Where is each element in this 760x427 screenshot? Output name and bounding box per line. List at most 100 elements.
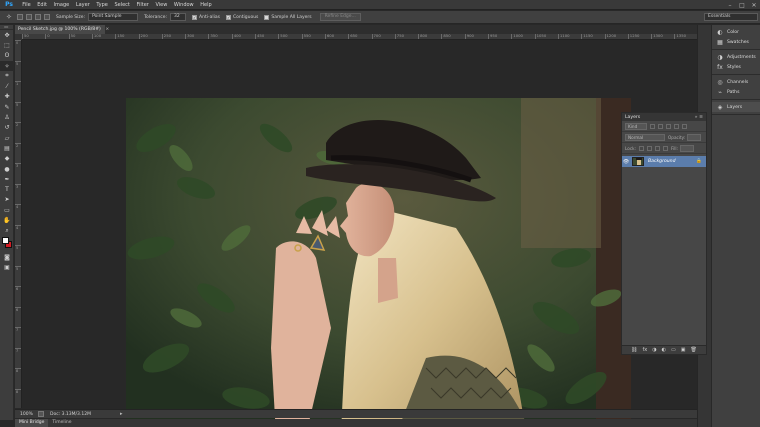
delete-layer-icon[interactable]: 🗑 [690, 347, 696, 353]
eraser-tool-icon[interactable]: ▱ [0, 133, 14, 143]
panel-button-adjustments[interactable]: ◑ Adjustments [712, 52, 760, 62]
menu-type[interactable]: Type [93, 2, 111, 8]
collapse-panel-icon[interactable]: » [695, 115, 698, 120]
layer-filter-kind-select[interactable]: Kind [625, 122, 647, 130]
gradient-tool-icon[interactable]: ▤ [0, 143, 14, 153]
blur-tool-icon[interactable]: ◆ [0, 154, 14, 164]
tab-timeline[interactable]: Timeline [48, 419, 75, 427]
canvas-area[interactable] [22, 41, 697, 427]
screen-mode-icon[interactable]: ▣ [0, 262, 14, 272]
panel-button-styles[interactable]: fx Styles [712, 62, 760, 72]
ruler-tick-label: 700 [371, 34, 381, 39]
lock-image-icon[interactable] [646, 145, 652, 151]
panel-button-label: Channels [727, 79, 749, 85]
pen-tool-icon[interactable]: ✒ [0, 174, 14, 184]
add-selection-icon[interactable] [26, 14, 32, 20]
magic-wand-icon[interactable]: ✧ [6, 13, 14, 21]
document-canvas-photo[interactable] [126, 98, 631, 427]
close-document-icon[interactable]: × [105, 27, 109, 32]
new-group-icon[interactable]: ▭ [671, 347, 676, 353]
status-menu-arrow-icon[interactable]: ▸ [120, 411, 123, 417]
new-layer-icon[interactable]: ▣ [681, 347, 686, 353]
filter-shape-icon[interactable] [674, 123, 679, 129]
menu-layer[interactable]: Layer [73, 2, 94, 8]
menu-help[interactable]: Help [197, 2, 215, 8]
link-layers-icon[interactable]: ⛓ [631, 347, 637, 353]
magic-wand-tool-icon[interactable]: ✧ [0, 60, 14, 72]
eyedropper-tool-icon[interactable]: ⁄ [0, 81, 14, 91]
layers-panel-footer: ⛓ fx ◑ ◐ ▭ ▣ 🗑 [622, 345, 706, 354]
new-adjustment-icon[interactable]: ◐ [662, 347, 666, 353]
opacity-input[interactable] [687, 133, 702, 141]
subtract-selection-icon[interactable] [35, 14, 41, 20]
tolerance-input[interactable]: 32 [170, 13, 187, 21]
panel-button-color[interactable]: ◐ Color [712, 27, 760, 37]
blend-mode-select[interactable]: Normal [625, 133, 665, 141]
ruler-tick-label: 500 [278, 34, 288, 39]
workspace-select[interactable]: Essentials [704, 13, 758, 21]
panel-menu-icon[interactable]: ≡ [699, 115, 703, 120]
zoom-tool-icon[interactable]: ⌕ [0, 226, 14, 236]
status-info-icon[interactable] [38, 411, 44, 417]
maximize-button[interactable]: □ [738, 2, 746, 9]
history-brush-tool-icon[interactable]: ↺ [0, 123, 14, 133]
menu-window[interactable]: Window [171, 2, 197, 8]
menu-edit[interactable]: Edit [34, 2, 50, 8]
filter-type-icon[interactable] [666, 123, 671, 129]
menu-file[interactable]: File [19, 2, 34, 8]
bottom-panel: Mini Bridge Timeline [15, 419, 697, 427]
panel-button-paths[interactable]: ⌁ Paths [712, 87, 760, 97]
tab-mini-bridge[interactable]: Mini Bridge [15, 419, 49, 427]
shape-tool-icon[interactable]: ▭ [0, 205, 14, 215]
contiguous-checkbox[interactable]: ✓ [225, 14, 231, 20]
document-tab[interactable]: Pencil Sketch.jpg @ 100% (RGB/8#) × [15, 25, 109, 34]
filter-adjustment-icon[interactable] [658, 123, 663, 129]
panel-button-channels[interactable]: ◎ Channels [712, 77, 760, 87]
add-style-icon[interactable]: fx [643, 347, 648, 353]
lock-position-icon[interactable] [654, 145, 660, 151]
add-mask-icon[interactable]: ◑ [652, 347, 656, 353]
layer-background-row[interactable]: 👁 Background 🔒 [622, 156, 706, 167]
layer-visibility-eye-icon[interactable]: 👁 [622, 159, 630, 165]
lasso-tool-icon[interactable]: ʘ [0, 51, 14, 61]
menu-select[interactable]: Select [111, 2, 133, 8]
close-button[interactable]: ✕ [750, 2, 758, 9]
panel-button-swatches[interactable]: ▦ Swatches [712, 37, 760, 47]
layers-panel-titlebar[interactable]: Layers » ≡ [622, 113, 706, 121]
sample-size-select[interactable]: Point Sample [88, 13, 139, 21]
crop-tool-icon[interactable]: ⌗ [0, 71, 14, 81]
menu-view[interactable]: View [152, 2, 170, 8]
path-selection-tool-icon[interactable]: ➤ [0, 195, 14, 205]
quick-mask-icon[interactable]: ◙ [0, 252, 14, 262]
clone-stamp-tool-icon[interactable]: ♙ [0, 112, 14, 122]
layers-icon: ◈ [717, 103, 723, 111]
layer-name[interactable]: Background [648, 159, 696, 164]
marquee-tool-icon[interactable]: ⬚ [0, 40, 14, 50]
fill-input[interactable] [679, 144, 694, 152]
sample-all-layers-checkbox[interactable] [264, 14, 270, 20]
menu-filter[interactable]: Filter [133, 2, 152, 8]
ruler-tick-label: 1 [15, 81, 21, 86]
filter-pixel-icon[interactable] [650, 123, 655, 129]
lock-all-icon[interactable] [662, 145, 668, 151]
ruler-tick-label: 0 [45, 34, 50, 39]
healing-brush-tool-icon[interactable]: ✚ [0, 92, 14, 102]
move-tool-icon[interactable]: ✥ [0, 30, 14, 40]
dodge-tool-icon[interactable]: ● [0, 164, 14, 174]
hand-tool-icon[interactable]: ✋ [0, 215, 14, 225]
refine-edge-button[interactable]: Refine Edge... [319, 13, 361, 21]
menu-image[interactable]: Image [50, 2, 72, 8]
sample-size-label: Sample Size: [56, 14, 86, 20]
minimize-button[interactable]: – [726, 2, 734, 9]
panel-button-layers[interactable]: ◈ Layers [712, 102, 760, 112]
menu-bar: Ps File Edit Image Layer Type Select Filter Vie… [0, 0, 760, 10]
filter-smart-object-icon[interactable] [682, 123, 687, 129]
anti-alias-checkbox[interactable]: ✓ [192, 14, 198, 20]
intersect-selection-icon[interactable] [44, 14, 50, 20]
brush-tool-icon[interactable]: ✎ [0, 102, 14, 112]
zoom-level[interactable]: 100% [20, 412, 36, 417]
type-tool-icon[interactable]: T [0, 184, 14, 194]
lock-transparent-icon[interactable] [638, 145, 644, 151]
new-selection-icon[interactable] [17, 14, 23, 20]
foreground-color-swatch[interactable] [2, 236, 9, 244]
